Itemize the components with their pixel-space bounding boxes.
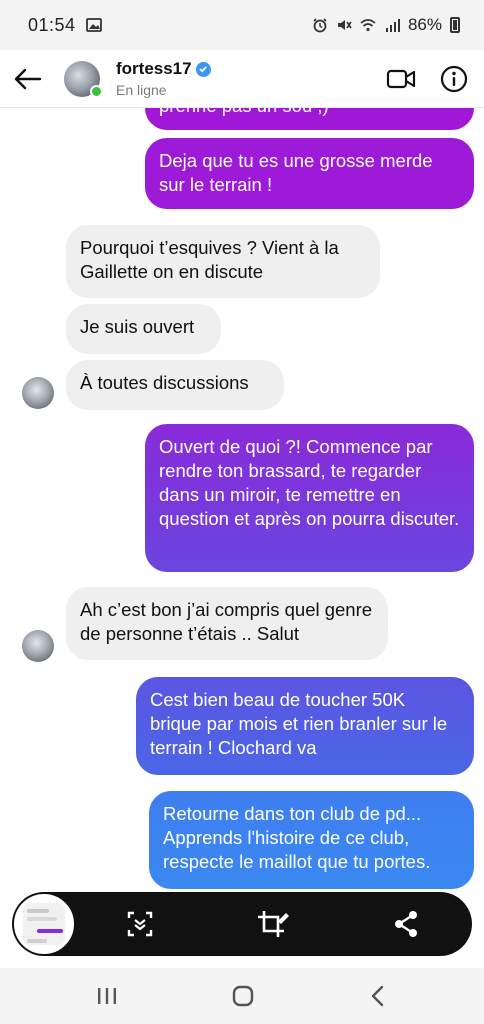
wifi-icon	[360, 19, 376, 32]
back-arrow-icon	[14, 68, 42, 89]
peer-username: fortess17	[116, 59, 192, 78]
message-thread[interactable]: prenne pas un sou ;) Deja que tu es une …	[0, 108, 484, 968]
back-button[interactable]	[0, 50, 56, 108]
crop-edit-button[interactable]	[207, 892, 340, 956]
message-bubble-in[interactable]: Ah c’est bon j’ai compris quel genre de …	[66, 587, 388, 660]
message-text: Ah c’est bon j’ai compris quel genre de …	[80, 599, 373, 644]
alarm-icon	[313, 18, 327, 33]
verified-badge-icon	[195, 61, 211, 77]
share-icon	[394, 911, 417, 937]
recent-apps-icon[interactable]	[96, 986, 118, 1006]
message-bubble-out[interactable]: prenne pas un sou ;)	[145, 108, 474, 130]
signal-icon	[385, 19, 400, 32]
mute-icon	[337, 20, 352, 30]
message-text: Je suis ouvert	[80, 316, 195, 337]
battery-percent: 86%	[407, 15, 442, 34]
status-time: 01:54	[28, 14, 76, 35]
crop-edit-icon	[258, 911, 289, 937]
info-icon[interactable]	[440, 65, 468, 93]
sender-avatar[interactable]	[22, 630, 54, 662]
screenshot-thumbnail[interactable]	[14, 894, 74, 954]
share-button[interactable]	[339, 892, 472, 956]
message-bubble-out[interactable]: Cest bien beau de toucher 50K brique par…	[136, 677, 474, 775]
peer-status: En ligne	[116, 82, 167, 98]
home-icon[interactable]	[231, 984, 255, 1008]
message-text: Cest bien beau de toucher 50K brique par…	[150, 689, 448, 758]
peer-info[interactable]: fortess17 En ligne	[116, 59, 211, 98]
message-bubble-out[interactable]: Deja que tu es une grosse merde sur le t…	[145, 138, 474, 209]
video-call-icon[interactable]	[386, 67, 416, 91]
scroll-capture-button[interactable]	[74, 892, 207, 956]
profile-avatar[interactable]	[64, 60, 103, 98]
battery-icon	[450, 17, 460, 33]
online-indicator	[90, 84, 103, 98]
message-bubble-in[interactable]: Pourquoi t’esquives ? Vient à la Gaillet…	[66, 225, 380, 298]
image-icon	[85, 18, 102, 32]
message-bubble-in[interactable]: À toutes discussions	[66, 360, 284, 410]
message-text: prenne pas un sou ;)	[159, 108, 329, 116]
navigation-bar	[0, 968, 484, 1024]
message-bubble-out[interactable]: Ouvert de quoi ?! Commence par rendre to…	[145, 424, 474, 572]
message-text: Pourquoi t’esquives ? Vient à la Gaillet…	[80, 237, 339, 282]
message-text: Deja que tu es une grosse merde sur le t…	[159, 150, 433, 195]
back-icon[interactable]	[368, 984, 388, 1008]
sender-avatar[interactable]	[22, 377, 54, 409]
scroll-capture-icon	[128, 911, 153, 937]
message-bubble-in[interactable]: Je suis ouvert	[66, 304, 221, 354]
screenshot-toolbar	[12, 892, 472, 956]
status-bar: 01:54 86%	[0, 0, 484, 50]
chat-header: fortess17 En ligne	[0, 50, 484, 108]
message-bubble-out[interactable]: Retourne dans ton club de pd... Apprends…	[149, 791, 474, 889]
message-text: À toutes discussions	[80, 372, 249, 393]
message-text: Ouvert de quoi ?! Commence par rendre to…	[159, 436, 460, 529]
message-text: Retourne dans ton club de pd... Apprends…	[163, 803, 431, 872]
